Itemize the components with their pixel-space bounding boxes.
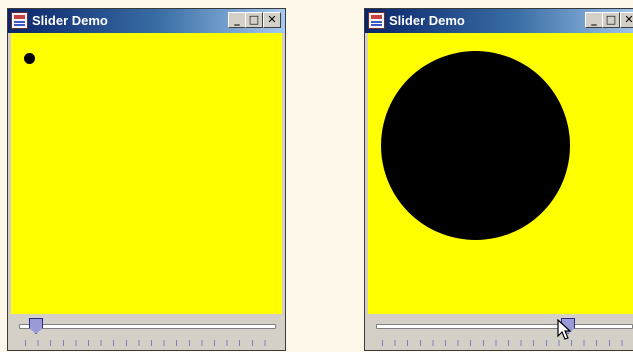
circle	[381, 51, 570, 240]
size-slider[interactable]	[368, 314, 633, 348]
arrow-cursor-icon	[557, 319, 572, 340]
slider-ticks	[382, 340, 632, 346]
slider-demo-window-small: Slider Demo _ □ ✕	[7, 8, 286, 351]
minimize-button[interactable]: _	[585, 12, 603, 28]
title-bar[interactable]: Slider Demo _ □ ✕	[8, 9, 285, 33]
slider-thumb[interactable]	[29, 318, 43, 334]
slider-demo-window-large: Slider Demo _ □ ✕	[364, 8, 633, 351]
maximize-button[interactable]: □	[602, 12, 620, 28]
slider-ticks	[25, 340, 275, 346]
close-button[interactable]: ✕	[620, 12, 633, 28]
drawing-canvas	[11, 33, 282, 314]
circle	[24, 53, 35, 64]
slider-track[interactable]	[376, 324, 633, 329]
title-bar[interactable]: Slider Demo _ □ ✕	[365, 9, 633, 33]
slider-track[interactable]	[19, 324, 276, 329]
drawing-canvas	[368, 33, 633, 314]
maximize-button[interactable]: □	[245, 12, 263, 28]
minimize-button[interactable]: _	[228, 12, 246, 28]
java-cup-icon[interactable]	[11, 12, 28, 29]
close-button[interactable]: ✕	[263, 12, 281, 28]
window-title: Slider Demo	[32, 13, 108, 28]
size-slider[interactable]	[11, 314, 282, 348]
window-title: Slider Demo	[389, 13, 465, 28]
java-cup-icon[interactable]	[368, 12, 385, 29]
